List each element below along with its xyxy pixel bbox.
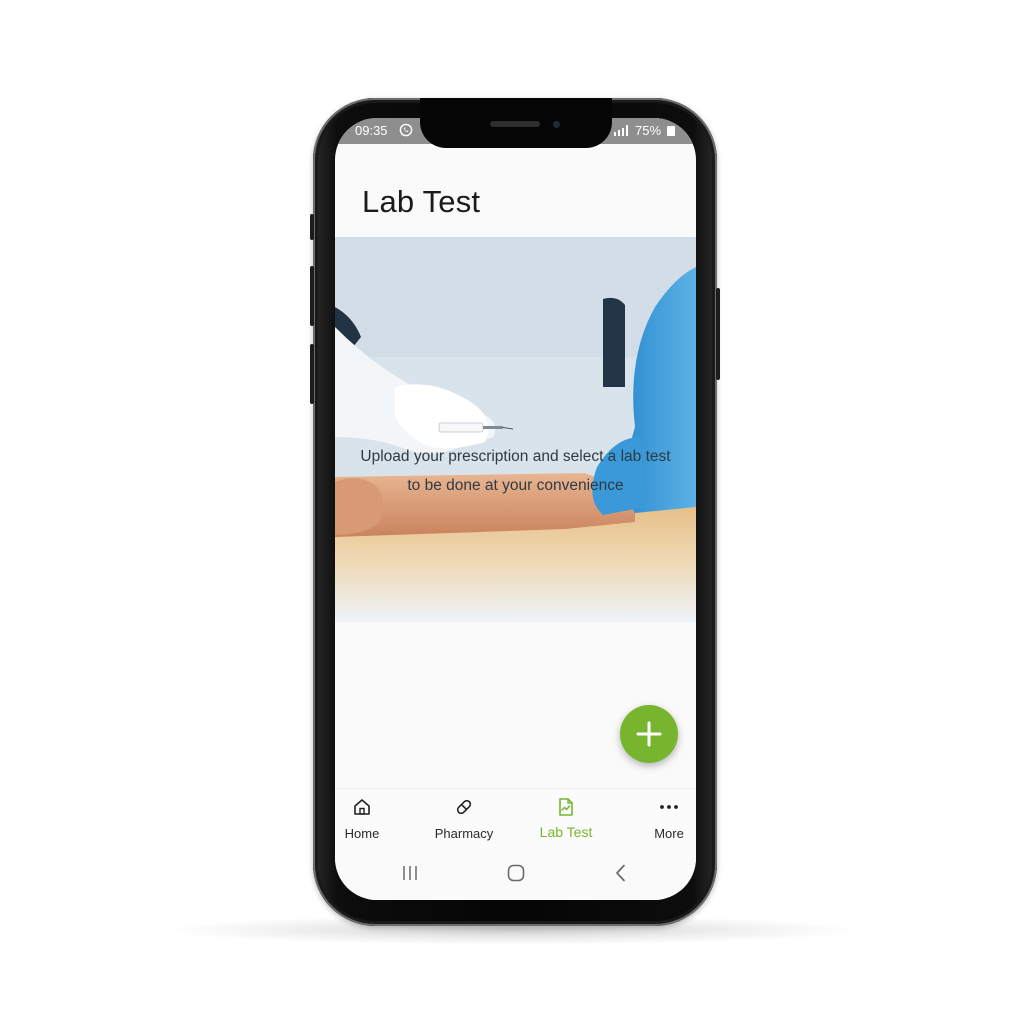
- system-navigation-bar: [335, 848, 696, 900]
- add-lab-test-button[interactable]: [620, 705, 678, 763]
- nav-item-home[interactable]: Home: [335, 789, 407, 849]
- front-camera: [553, 121, 560, 128]
- nav-item-lab-test[interactable]: Lab Test: [521, 789, 611, 849]
- nav-label-more: More: [654, 826, 684, 841]
- hero-caption: Upload your prescription and select a la…: [335, 442, 696, 500]
- nav-item-more[interactable]: More: [624, 789, 696, 849]
- signal-icon: [614, 125, 628, 136]
- bottom-navigation: Home Pharmacy Lab Test More: [335, 788, 696, 849]
- status-time: 09:35: [355, 123, 388, 138]
- hero-caption-line-2: to be done at your convenience: [407, 477, 624, 494]
- nav-label-pharmacy: Pharmacy: [434, 826, 494, 841]
- silent-switch: [310, 214, 314, 240]
- volume-up-button: [310, 266, 314, 326]
- nav-label-lab-test: Lab Test: [539, 824, 593, 840]
- back-icon[interactable]: [610, 862, 632, 884]
- pill-icon: [456, 799, 472, 815]
- app-screen: 09:35 75% Lab Test Upload your prescript…: [335, 118, 696, 900]
- plus-icon: [636, 721, 662, 747]
- more-dots-icon: [660, 805, 678, 809]
- power-button: [716, 288, 720, 380]
- page-title: Lab Test: [362, 184, 481, 219]
- hero-banner: Upload your prescription and select a la…: [335, 237, 696, 622]
- lab-report-icon: [559, 798, 573, 816]
- battery-percentage: 75%: [635, 123, 662, 138]
- blood-test-illustration: [335, 237, 696, 622]
- hero-caption-line-1: Upload your prescription and select a la…: [360, 448, 671, 465]
- earpiece-speaker: [490, 121, 540, 127]
- home-button-icon[interactable]: [505, 862, 527, 884]
- nav-label-home: Home: [344, 826, 380, 841]
- volume-down-button: [310, 344, 314, 404]
- whatsapp-icon: [399, 123, 413, 137]
- recent-apps-icon[interactable]: [399, 862, 421, 884]
- home-icon: [354, 799, 370, 815]
- battery-icon: [667, 126, 675, 136]
- nav-item-pharmacy[interactable]: Pharmacy: [419, 789, 509, 849]
